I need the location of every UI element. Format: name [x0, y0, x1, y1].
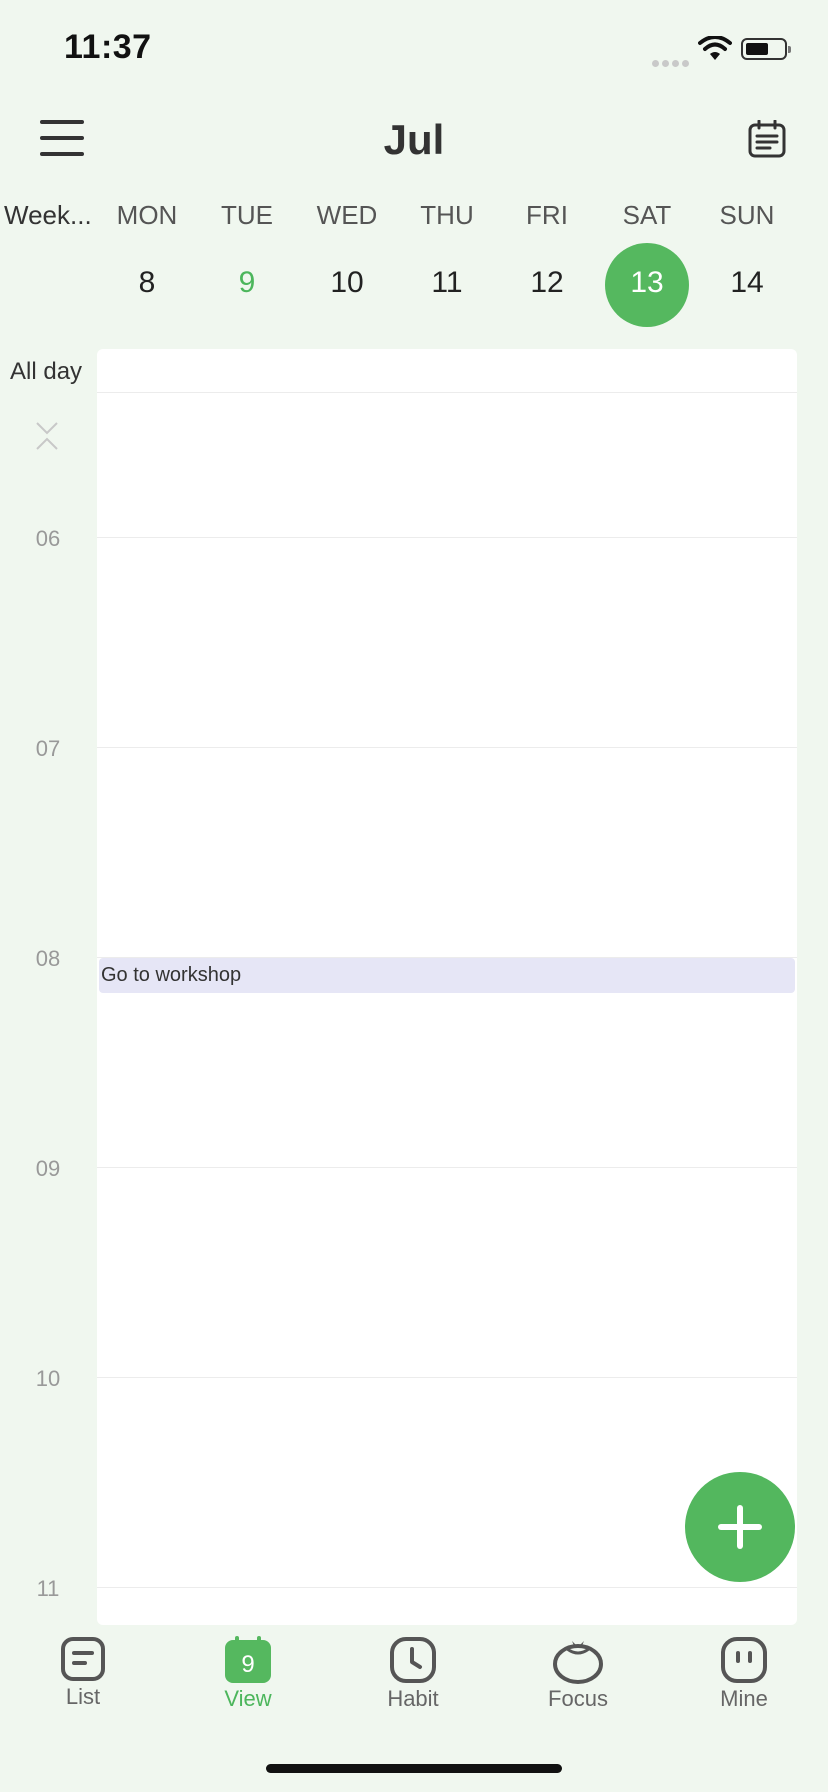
profile-face-icon: [721, 1637, 767, 1683]
day-name-tue: TUE: [221, 200, 273, 230]
view-tab-badge: 9: [241, 1651, 254, 1678]
day-number-sat-selected[interactable]: 13: [597, 266, 697, 300]
calendar-view-icon: 9: [225, 1636, 271, 1683]
clock-icon: [390, 1637, 436, 1683]
day-name-wed: WED: [316, 200, 378, 230]
hour-label-07: 07: [35, 736, 61, 761]
hour-line: [97, 1377, 797, 1378]
collapse-icon[interactable]: [34, 420, 60, 452]
day-number-mon[interactable]: 8: [97, 266, 197, 300]
day-name-sun: SUN: [719, 200, 775, 230]
tab-focus-label: Focus: [548, 1686, 608, 1711]
list-icon: [61, 1637, 105, 1681]
hour-label-10: 10: [35, 1366, 61, 1391]
tab-view-label: View: [224, 1686, 272, 1711]
hour-line: [97, 747, 797, 748]
day-number-fri[interactable]: 12: [497, 266, 597, 300]
home-indicator[interactable]: [266, 1764, 562, 1773]
tab-view[interactable]: 9 View: [188, 1636, 308, 1712]
battery-icon: [741, 38, 791, 60]
tab-habit-label: Habit: [387, 1686, 439, 1711]
day-number-sun[interactable]: 14: [697, 266, 797, 300]
event-title: Go to workshop: [101, 964, 242, 986]
all-day-divider: [97, 392, 797, 393]
day-name-sat: SAT: [622, 200, 672, 230]
tab-habit[interactable]: Habit: [353, 1636, 473, 1712]
add-task-button[interactable]: [685, 1472, 795, 1582]
tomato-icon: [553, 1641, 603, 1684]
wifi-icon: [698, 36, 732, 60]
hour-line: [97, 537, 797, 538]
all-day-label: All day: [10, 358, 83, 385]
tab-focus[interactable]: Focus: [518, 1636, 638, 1712]
calendar-icon[interactable]: [748, 120, 786, 158]
day-number-wed[interactable]: 10: [297, 266, 397, 300]
hour-label-11: 11: [36, 1576, 60, 1601]
hour-line: [97, 1167, 797, 1168]
day-name-mon: MON: [116, 200, 178, 230]
hour-label-06: 06: [35, 526, 61, 551]
hour-label-09: 09: [35, 1156, 61, 1181]
event-go-to-workshop[interactable]: Go to workshop: [99, 958, 795, 993]
day-number-tue-today[interactable]: 9: [197, 266, 297, 300]
tab-mine[interactable]: Mine: [684, 1636, 804, 1712]
hour-label-08: 08: [35, 946, 61, 971]
day-name-fri: FRI: [526, 200, 568, 230]
cellular-signal-icon: [652, 54, 692, 67]
hour-line: [97, 1587, 797, 1588]
status-time: 11:37: [64, 28, 152, 66]
month-title[interactable]: Jul: [0, 116, 828, 164]
tab-mine-label: Mine: [720, 1686, 768, 1711]
week-number-label: Week...: [4, 200, 92, 230]
day-number-thu[interactable]: 11: [397, 266, 497, 300]
tab-list-label: List: [65, 1684, 101, 1709]
tab-list[interactable]: List: [23, 1636, 143, 1710]
day-name-thu: THU: [420, 200, 474, 230]
